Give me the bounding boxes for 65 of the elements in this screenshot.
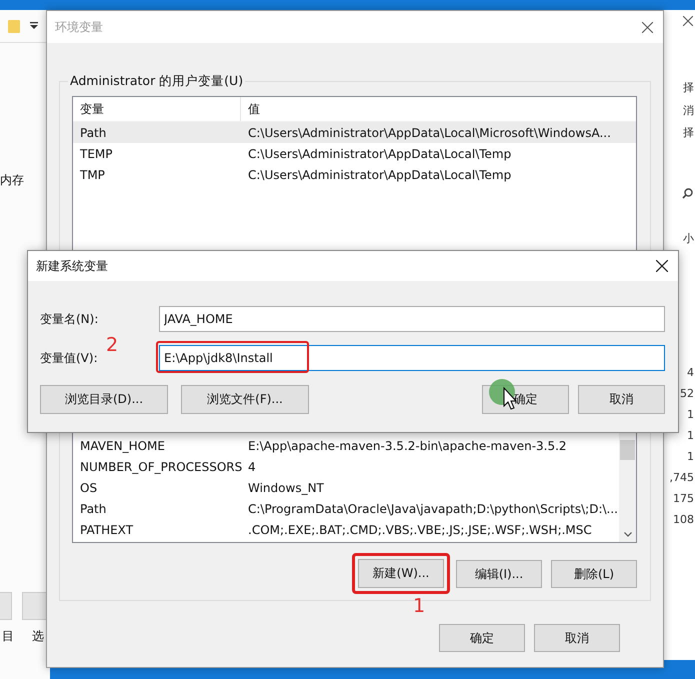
field-label: 变量值(V): [40, 350, 98, 366]
list-row[interactable]: OS Windows_NT [73, 477, 619, 498]
variable-value: E:\App\apache-maven-3.5.2-bin\apache-maven-3.5.2 [247, 438, 567, 452]
scroll-down-icon[interactable] [624, 532, 632, 537]
menu-text: 内存 [0, 172, 24, 189]
step-number: 1 [413, 595, 426, 617]
close-icon[interactable] [642, 22, 653, 32]
partial-text: 1 [687, 429, 694, 442]
variable-value: C:\Users\Administrator\AppData\Local\Temp [247, 146, 512, 160]
variable-name: Path [79, 502, 108, 516]
action-button[interactable]: 删除(L) [551, 560, 637, 588]
partial-text: 4 [687, 366, 694, 379]
group-label: Administrator 的用户变量(U) [69, 73, 244, 90]
close-icon[interactable] [683, 16, 693, 26]
step-number: 2 [106, 334, 118, 356]
window-title: 环境变量 [55, 18, 103, 36]
input-field[interactable]: E:\App\jdk8\Install [159, 345, 665, 371]
list-row[interactable]: NUMBER_OF_PROCESSORS 4 [73, 456, 619, 477]
partial-text: ,745 [670, 471, 694, 484]
search-icon[interactable] [682, 188, 693, 199]
variable-value: C:\Users\Administrator\AppData\Local\Microsoft\WindowsA... [247, 126, 611, 140]
dropdown-icon[interactable] [30, 22, 38, 30]
list-row[interactable]: Path C:\ProgramData\Oracle\Java\javapath;D:\python\Scripts\;D:\... [73, 498, 619, 519]
variable-value: Windows_NT [247, 480, 324, 494]
variable-value: .COM;.EXE;.BAT;.CMD;.VBS;.VBE;.JS;.JSE;.WSF;.WSH;.MSC [247, 522, 592, 536]
list-row[interactable]: TMP C:\Users\Administrator\AppData\Local\Temp [73, 164, 636, 185]
action-button[interactable]: 新建(W)... [352, 553, 450, 594]
dialog-button[interactable]: 确定 [439, 624, 525, 652]
variable-value: C:\ProgramData\Oracle\Java\javapath;D:\python\Scripts\;D:\... [247, 502, 618, 516]
scroll-thumb[interactable] [620, 440, 635, 460]
variable-value: C:\Users\Administrator\AppData\Local\Temp [247, 168, 512, 182]
tab-text: 目 [2, 628, 14, 645]
variable-name: MAVEN_HOME [79, 438, 166, 452]
browse-button[interactable]: 浏览文件(F)... [181, 385, 309, 414]
variable-name: TEMP [79, 146, 114, 160]
partial-text: 小 [683, 231, 694, 246]
partial-text: 175 [673, 492, 694, 505]
cancel-button[interactable]: 取消 [578, 385, 665, 414]
close-icon[interactable] [656, 260, 668, 272]
browse-button[interactable]: 浏览目录(D)... [40, 385, 168, 414]
variable-value: 4 [247, 460, 256, 474]
list-row[interactable]: MAVEN_HOME E:\App\apache-maven-3.5.2-bin\apache-maven-3.5.2 [73, 435, 619, 456]
dialog-button[interactable]: 取消 [534, 624, 620, 652]
partial-text: 1 [687, 408, 694, 421]
partial-text: 消 [683, 103, 694, 118]
variable-name: NUMBER_OF_PROCESSORS [79, 460, 241, 474]
folder-icon [8, 19, 20, 33]
partial-text: 择 [683, 80, 694, 95]
dialog-title: 新建系统变量 [36, 258, 108, 274]
variable-name: TMP [79, 168, 106, 182]
variable-name: Path [79, 126, 108, 140]
list-row[interactable]: PATHEXT .COM;.EXE;.BAT;.CMD;.VBS;.VBE;.JS;.JSE;.WSF;.WSH;.MSC [73, 519, 619, 540]
field-label: 变量名(N): [40, 310, 98, 328]
column-header[interactable]: 值 [241, 100, 260, 118]
column-header[interactable]: 变量 [73, 97, 241, 121]
partial-text: 108 [673, 513, 694, 526]
partial-text: 择 [683, 125, 694, 140]
variable-name: OS [79, 480, 98, 494]
list-row[interactable]: TEMP C:\Users\Administrator\AppData\Local\Temp [73, 143, 636, 164]
variable-name: PATHEXT [79, 522, 134, 536]
action-button[interactable]: 编辑(I)... [456, 560, 542, 588]
partial-text: 1 [687, 450, 694, 463]
partial-text: 52 [680, 387, 694, 400]
list-row[interactable]: Path C:\Users\Administrator\AppData\Local\Microsoft\WindowsA... [73, 122, 636, 143]
tab-text: 选 [32, 628, 44, 645]
